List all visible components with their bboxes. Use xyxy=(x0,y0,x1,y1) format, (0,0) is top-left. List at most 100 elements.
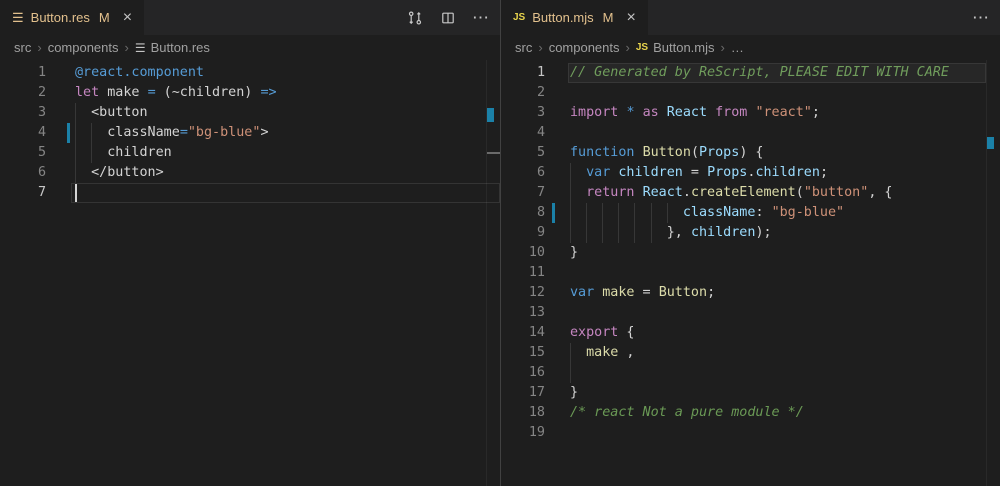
code-line[interactable]: 18/* react Not a pure module */ xyxy=(501,403,1000,423)
overview-ruler[interactable] xyxy=(486,60,500,486)
overview-ruler[interactable] xyxy=(986,60,1000,486)
code-line[interactable]: 2 xyxy=(501,83,1000,103)
gutter xyxy=(545,283,570,303)
code-line[interactable]: 1// Generated by ReScript, PLEASE EDIT W… xyxy=(501,63,1000,83)
code-line[interactable]: 3 import * as React from "react"; xyxy=(501,103,1000,123)
breadcrumb-item-symbol-more[interactable]: … xyxy=(731,40,744,55)
line-number: 4 xyxy=(0,123,46,143)
chevron-right-icon: › xyxy=(721,40,725,55)
code-text xyxy=(75,183,500,203)
code-line[interactable]: 1@react.component xyxy=(0,63,500,83)
code-line[interactable]: 17} xyxy=(501,383,1000,403)
code-text: /* react Not a pure module */ xyxy=(570,403,1000,423)
indent-guide xyxy=(570,183,571,203)
text-cursor xyxy=(75,184,77,202)
gutter xyxy=(46,83,75,103)
indent-guide xyxy=(570,343,571,363)
code-line[interactable]: 9 }, children); xyxy=(501,223,1000,243)
code-text: let make = (~children) => xyxy=(75,83,500,103)
gutter xyxy=(46,143,75,163)
close-icon[interactable]: × xyxy=(123,10,132,26)
code-line[interactable]: 7 return React.createElement("button", { xyxy=(501,183,1000,203)
breadcrumb-item-components[interactable]: components xyxy=(48,40,119,55)
line-number: 6 xyxy=(0,163,46,183)
code-editor-res[interactable]: 1@react.component2let make = (~children)… xyxy=(0,60,500,486)
code-lines: 1@react.component2let make = (~children)… xyxy=(0,63,500,203)
code-text: } xyxy=(570,383,1000,403)
file-lines-icon: ☰ xyxy=(135,41,146,55)
chevron-right-icon: › xyxy=(37,40,41,55)
line-number: 3 xyxy=(501,103,545,123)
close-icon[interactable]: × xyxy=(627,10,636,26)
editor-group-left: ☰ Button.res M × xyxy=(0,0,500,486)
code-line[interactable]: 4 xyxy=(501,123,1000,143)
code-line[interactable]: 15 make , xyxy=(501,343,1000,363)
breadcrumb-item-components[interactable]: components xyxy=(549,40,620,55)
javascript-file-icon: JS xyxy=(636,42,648,53)
tab-button-mjs[interactable]: JS Button.mjs M × xyxy=(501,0,648,35)
code-editor-mjs[interactable]: 1// Generated by ReScript, PLEASE EDIT W… xyxy=(501,60,1000,486)
tab-actions-left: ⋯ xyxy=(406,0,490,35)
line-number: 5 xyxy=(501,143,545,163)
indent-guide xyxy=(586,203,587,223)
gutter-modified-marker xyxy=(552,203,555,223)
code-text: } xyxy=(570,243,1000,263)
breadcrumb-item-file[interactable]: Button.mjs xyxy=(653,40,714,55)
gutter xyxy=(545,363,570,383)
gutter xyxy=(545,203,570,223)
code-line[interactable]: 4 className="bg-blue"> xyxy=(0,123,500,143)
code-lines: 1// Generated by ReScript, PLEASE EDIT W… xyxy=(501,63,1000,443)
ruler-modified-mark xyxy=(487,108,494,122)
line-number: 5 xyxy=(0,143,46,163)
indent-guide xyxy=(602,203,603,223)
code-line[interactable]: 5function Button(Props) { xyxy=(501,143,1000,163)
code-line[interactable]: 3 <button xyxy=(0,103,500,123)
javascript-file-icon: JS xyxy=(513,13,525,23)
code-line[interactable]: 11 xyxy=(501,263,1000,283)
line-number: 12 xyxy=(501,283,545,303)
breadcrumb-left: src › components › ☰ Button.res xyxy=(0,35,500,60)
gutter xyxy=(545,323,570,343)
gutter xyxy=(545,123,570,143)
code-text: import * as React from "react"; xyxy=(570,103,1000,123)
split-editor-icon[interactable] xyxy=(439,9,457,27)
gutter xyxy=(545,263,570,283)
code-line[interactable]: 2let make = (~children) => xyxy=(0,83,500,103)
gutter xyxy=(545,403,570,423)
code-line[interactable]: 8 className: "bg-blue" xyxy=(501,203,1000,223)
more-actions-icon[interactable]: ⋯ xyxy=(472,9,490,27)
indent-guide xyxy=(75,163,76,183)
code-line[interactable]: 10} xyxy=(501,243,1000,263)
code-line[interactable]: 12var make = Button; xyxy=(501,283,1000,303)
code-text: className="bg-blue"> xyxy=(75,123,500,143)
code-line[interactable]: 6 </button> xyxy=(0,163,500,183)
line-number: 15 xyxy=(501,343,545,363)
code-line[interactable]: 13 xyxy=(501,303,1000,323)
open-changes-icon[interactable] xyxy=(406,9,424,27)
breadcrumb-item-file[interactable]: Button.res xyxy=(151,40,210,55)
line-number: 6 xyxy=(501,163,545,183)
tab-button-res[interactable]: ☰ Button.res M × xyxy=(0,0,144,35)
code-line[interactable]: 14export { xyxy=(501,323,1000,343)
code-line[interactable]: 6 var children = Props.children; xyxy=(501,163,1000,183)
more-actions-icon[interactable]: ⋯ xyxy=(972,9,990,27)
breadcrumb-item-src[interactable]: src xyxy=(515,40,532,55)
breadcrumb-right: src › components › JS Button.mjs › … xyxy=(501,35,1000,60)
line-number: 17 xyxy=(501,383,545,403)
code-text xyxy=(570,303,1000,323)
code-line[interactable]: 19 xyxy=(501,423,1000,443)
line-number: 1 xyxy=(0,63,46,83)
gutter xyxy=(46,123,75,143)
line-number: 4 xyxy=(501,123,545,143)
code-line[interactable]: 7 xyxy=(0,183,500,203)
code-line[interactable]: 16 xyxy=(501,363,1000,383)
editor-group-right: JS Button.mjs M × ⋯ src › components › J… xyxy=(501,0,1000,486)
breadcrumb-item-src[interactable]: src xyxy=(14,40,31,55)
gutter xyxy=(545,223,570,243)
code-text xyxy=(570,83,1000,103)
chevron-right-icon: › xyxy=(538,40,542,55)
line-number: 13 xyxy=(501,303,545,323)
code-line[interactable]: 5 children xyxy=(0,143,500,163)
indent-guide xyxy=(91,123,92,143)
gutter xyxy=(46,63,75,83)
